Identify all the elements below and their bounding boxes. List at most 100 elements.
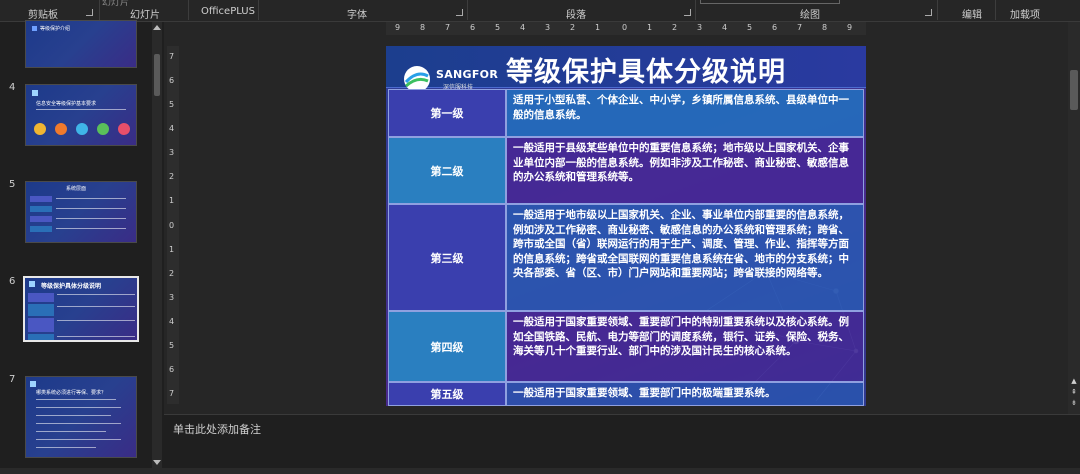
ribbon-group-officeplus[interactable]: OfficePLUS bbox=[201, 6, 255, 17]
level-description: 一般适用于国家重要领域、重要部门中的极端重要系统。 bbox=[506, 382, 864, 406]
notes-placeholder[interactable]: 单击此处添加备注 bbox=[173, 421, 261, 437]
ribbon-group-addins[interactable]: 加载项 bbox=[1010, 6, 1040, 21]
thumbnail-dot bbox=[55, 123, 67, 135]
slide-canvas[interactable]: SANGFOR 深信服科技 等级保护具体分级说明 第一级 适用于小型私营、个体企… bbox=[386, 46, 866, 406]
thumbnail-cell bbox=[30, 206, 52, 212]
ribbon-group-bar: 幻灯片 剪贴板 幻灯片 OfficePLUS 字体 段落 绘图 编辑 加载项 bbox=[0, 0, 1080, 22]
ribbon-group-paragraph[interactable]: 段落 bbox=[566, 6, 586, 21]
ruler-label: 7 bbox=[169, 52, 175, 61]
thumbnail-logo bbox=[29, 281, 35, 287]
ruler-label: 3 bbox=[169, 148, 175, 157]
ribbon-separator bbox=[695, 0, 696, 20]
thumbnail-cell bbox=[28, 334, 54, 340]
ruler-label: 3 bbox=[545, 23, 551, 32]
prev-slide-icon[interactable]: ⇞ bbox=[1069, 388, 1079, 397]
ruler-label: 6 bbox=[772, 23, 778, 32]
scroll-up-icon[interactable]: ▲ bbox=[1069, 377, 1079, 386]
thumbnail-line bbox=[36, 407, 121, 408]
slide-thumbnail-3[interactable]: 等级保护介绍 bbox=[25, 20, 137, 68]
table-row: 第二级 一般适用于县级某些单位中的重要信息系统；地市级以上国家机关、企事业单位内… bbox=[388, 137, 864, 204]
scroll-up-icon[interactable] bbox=[153, 25, 161, 30]
slide-thumbnail-7[interactable]: 哪类系统必须进行等保、要求？ bbox=[25, 376, 137, 458]
thumbnail-line bbox=[36, 423, 121, 424]
level-description: 一般适用于地市级以上国家机关、企业、事业单位内部重要的信息系统，例如涉及工作秘密… bbox=[506, 204, 864, 311]
ribbon-separator bbox=[995, 0, 996, 20]
scrollbar-thumb[interactable] bbox=[154, 54, 160, 96]
slide-number: 7 bbox=[9, 374, 16, 385]
ribbon-group-drawing[interactable]: 绘图 bbox=[800, 6, 820, 21]
ruler-label: 2 bbox=[672, 23, 678, 32]
slide-number: 4 bbox=[9, 82, 16, 93]
vertical-ruler: 7 6 5 4 3 2 1 0 1 2 3 4 5 6 7 bbox=[167, 46, 179, 404]
thumbnail-line bbox=[56, 198, 126, 199]
slide-thumbnail-pane: 等级保护介绍 4 信息安全等级保护基本要求 5 系统层面 6 等级保护具体分级说… bbox=[0, 20, 164, 468]
ruler-label: 3 bbox=[169, 293, 175, 302]
table-row: 第四级 一般适用于国家重要领域、重要部门中的特别重要系统以及核心系统。例如全国铁… bbox=[388, 311, 864, 382]
ruler-label: 3 bbox=[697, 23, 703, 32]
thumbnail-line bbox=[36, 447, 96, 448]
thumbnail-dot bbox=[118, 123, 130, 135]
ribbon-separator bbox=[258, 0, 259, 20]
editor-scrollbar[interactable]: ▲ ⇞ ⇟ bbox=[1068, 22, 1080, 414]
ribbon-separator bbox=[99, 0, 100, 20]
next-slide-icon[interactable]: ⇟ bbox=[1069, 399, 1079, 408]
font-launcher-icon[interactable] bbox=[456, 9, 463, 16]
ruler-label: 7 bbox=[169, 389, 175, 398]
thumbnail-cell bbox=[28, 293, 54, 302]
ribbon-separator bbox=[937, 0, 938, 20]
thumbnail-line bbox=[57, 336, 135, 337]
thumbnail-cell bbox=[28, 318, 54, 332]
ribbon-group-font[interactable]: 字体 bbox=[347, 6, 367, 21]
thumbnail-cell bbox=[28, 304, 54, 316]
thumbnail-line bbox=[57, 320, 135, 321]
thumbnail-line bbox=[56, 228, 126, 229]
thumbnail-line bbox=[36, 431, 106, 432]
ribbon-top-fragment: 幻灯片 bbox=[102, 0, 130, 8]
ruler-label: 9 bbox=[395, 23, 401, 32]
level-description: 一般适用于县级某些单位中的重要信息系统；地市级以上国家机关、企事业单位内部一般的… bbox=[506, 137, 864, 204]
slide-number: 6 bbox=[9, 276, 16, 287]
drawing-launcher-icon[interactable] bbox=[925, 9, 932, 16]
ruler-label: 6 bbox=[169, 365, 175, 374]
ruler-label: 2 bbox=[169, 269, 175, 278]
paragraph-launcher-icon[interactable] bbox=[684, 9, 691, 16]
level-table[interactable]: 第一级 适用于小型私营、个体企业、中小学，乡镇所属信息系统、县级单位中一般的信息… bbox=[388, 89, 864, 406]
thumbnail-cell bbox=[30, 196, 52, 202]
clipboard-launcher-icon[interactable] bbox=[86, 9, 93, 16]
ruler-label: 9 bbox=[847, 23, 853, 32]
ribbon-group-clipboard[interactable]: 剪贴板 bbox=[28, 6, 58, 21]
thumbnail-title: 系统层面 bbox=[66, 186, 87, 192]
slide-number: 5 bbox=[9, 179, 16, 190]
thumbnail-logo bbox=[30, 381, 36, 387]
level-label: 第四级 bbox=[388, 311, 506, 382]
thumbnail-line bbox=[57, 306, 135, 307]
thumbnail-title: 哪类系统必须进行等保、要求？ bbox=[36, 390, 107, 396]
slide-thumbnail-6[interactable]: 等级保护具体分级说明 bbox=[23, 276, 139, 342]
ruler-label: 2 bbox=[169, 172, 175, 181]
thumbnail-line bbox=[57, 294, 135, 295]
thumbnail-scrollbar[interactable] bbox=[152, 22, 162, 468]
scroll-down-icon[interactable] bbox=[153, 460, 161, 465]
thumbnail-marker bbox=[32, 26, 37, 31]
ribbon-input-fragment bbox=[700, 0, 840, 4]
ribbon-group-editing[interactable]: 编辑 bbox=[962, 6, 982, 21]
thumbnail-dot bbox=[76, 123, 88, 135]
scrollbar-thumb[interactable] bbox=[1070, 70, 1078, 110]
thumbnail-line bbox=[56, 208, 126, 209]
ruler-label: 4 bbox=[520, 23, 526, 32]
horizontal-ruler: 9 8 7 6 5 4 3 2 1 0 1 2 3 4 5 6 7 8 9 bbox=[386, 22, 866, 35]
slide-thumbnail-4[interactable]: 信息安全等级保护基本要求 bbox=[25, 84, 137, 146]
level-label: 第三级 bbox=[388, 204, 506, 311]
ribbon-separator bbox=[188, 0, 189, 20]
slide-thumbnail-5[interactable]: 系统层面 bbox=[25, 181, 137, 243]
ruler-label: 1 bbox=[169, 245, 175, 254]
thumbnail-title: 等级保护具体分级说明 bbox=[41, 283, 102, 290]
thumbnail-dot bbox=[34, 123, 46, 135]
ruler-label: 8 bbox=[822, 23, 828, 32]
notes-pane[interactable]: 单击此处添加备注 bbox=[164, 414, 1080, 468]
level-description: 适用于小型私营、个体企业、中小学，乡镇所属信息系统、县级单位中一般的信息系统。 bbox=[506, 89, 864, 137]
slide-title[interactable]: 等级保护具体分级说明 bbox=[506, 50, 786, 89]
ribbon-group-slides[interactable]: 幻灯片 bbox=[130, 6, 160, 21]
thumbnail-title: 等级保护介绍 bbox=[40, 26, 71, 32]
level-label: 第五级 bbox=[388, 382, 506, 406]
